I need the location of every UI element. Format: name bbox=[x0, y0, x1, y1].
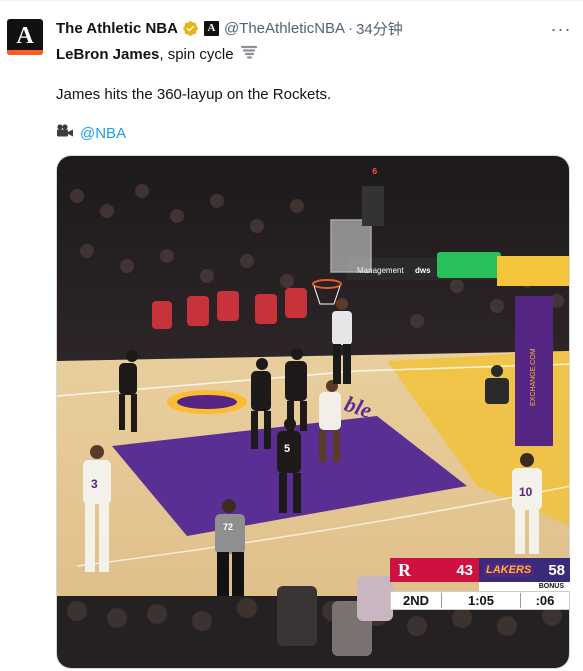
scoreboard: R 43 LAKERS 58 BONUS 2ND 1:05 :06 bbox=[390, 558, 570, 610]
bonus-indicator: BONUS bbox=[479, 582, 570, 591]
jersey-number-10: 10 bbox=[519, 485, 533, 499]
quarter: 2ND bbox=[402, 593, 429, 608]
lead-text: , spin cycle bbox=[159, 45, 234, 63]
author-handle[interactable]: @TheAthleticNBA bbox=[224, 20, 345, 37]
verified-badge-icon bbox=[182, 20, 199, 37]
mention-link[interactable]: @NBA bbox=[80, 124, 126, 144]
timestamp[interactable]: 34分钟 bbox=[356, 18, 403, 39]
stanchion-text: EXCHANGE.COM bbox=[530, 348, 537, 406]
game-clock: 1:05 bbox=[441, 593, 521, 608]
more-options-icon[interactable]: ··· bbox=[551, 19, 571, 39]
shot-clock: :06 bbox=[535, 593, 555, 608]
away-score: 58 bbox=[548, 561, 565, 579]
lead-bold-text: LeBron James bbox=[56, 45, 160, 63]
jersey-number-3: 3 bbox=[91, 477, 98, 491]
top-divider bbox=[0, 0, 583, 1]
author-name[interactable]: The Athletic NBA bbox=[56, 20, 178, 37]
jersey-number-5: 5 bbox=[284, 443, 290, 455]
tweet-header: The Athletic NBA A @TheAthleticNBA · 34分… bbox=[56, 18, 403, 38]
scoreboard-home: R 43 bbox=[390, 558, 479, 582]
jersey-number-72: 72 bbox=[223, 522, 233, 532]
movie-camera-icon bbox=[56, 124, 74, 144]
avatar[interactable]: A bbox=[7, 19, 43, 55]
scoreboard-away: LAKERS 58 bbox=[479, 558, 570, 582]
tweet-lead-line: LeBron James, spin cycle bbox=[56, 44, 257, 66]
lakers-logo-icon: LAKERS bbox=[483, 563, 535, 577]
avatar-stripe bbox=[7, 50, 43, 55]
separator: · bbox=[348, 19, 354, 37]
scoreboard-clock-row: 2ND 1:05 :06 bbox=[390, 591, 570, 610]
avatar-letter: A bbox=[16, 23, 34, 49]
tweet-body: James hits the 360-layup on the Rockets. bbox=[56, 86, 332, 103]
tornado-icon bbox=[240, 44, 257, 66]
ad-sign-text-2: dws bbox=[415, 266, 431, 275]
tweet-credit-line: @NBA bbox=[56, 124, 126, 144]
affiliate-badge-icon: A bbox=[203, 20, 219, 36]
home-score: 43 bbox=[456, 561, 473, 579]
svg-text:6: 6 bbox=[372, 167, 377, 177]
rockets-logo-icon: R bbox=[398, 559, 411, 580]
scoreboard-teams: R 43 LAKERS 58 bbox=[390, 558, 570, 582]
